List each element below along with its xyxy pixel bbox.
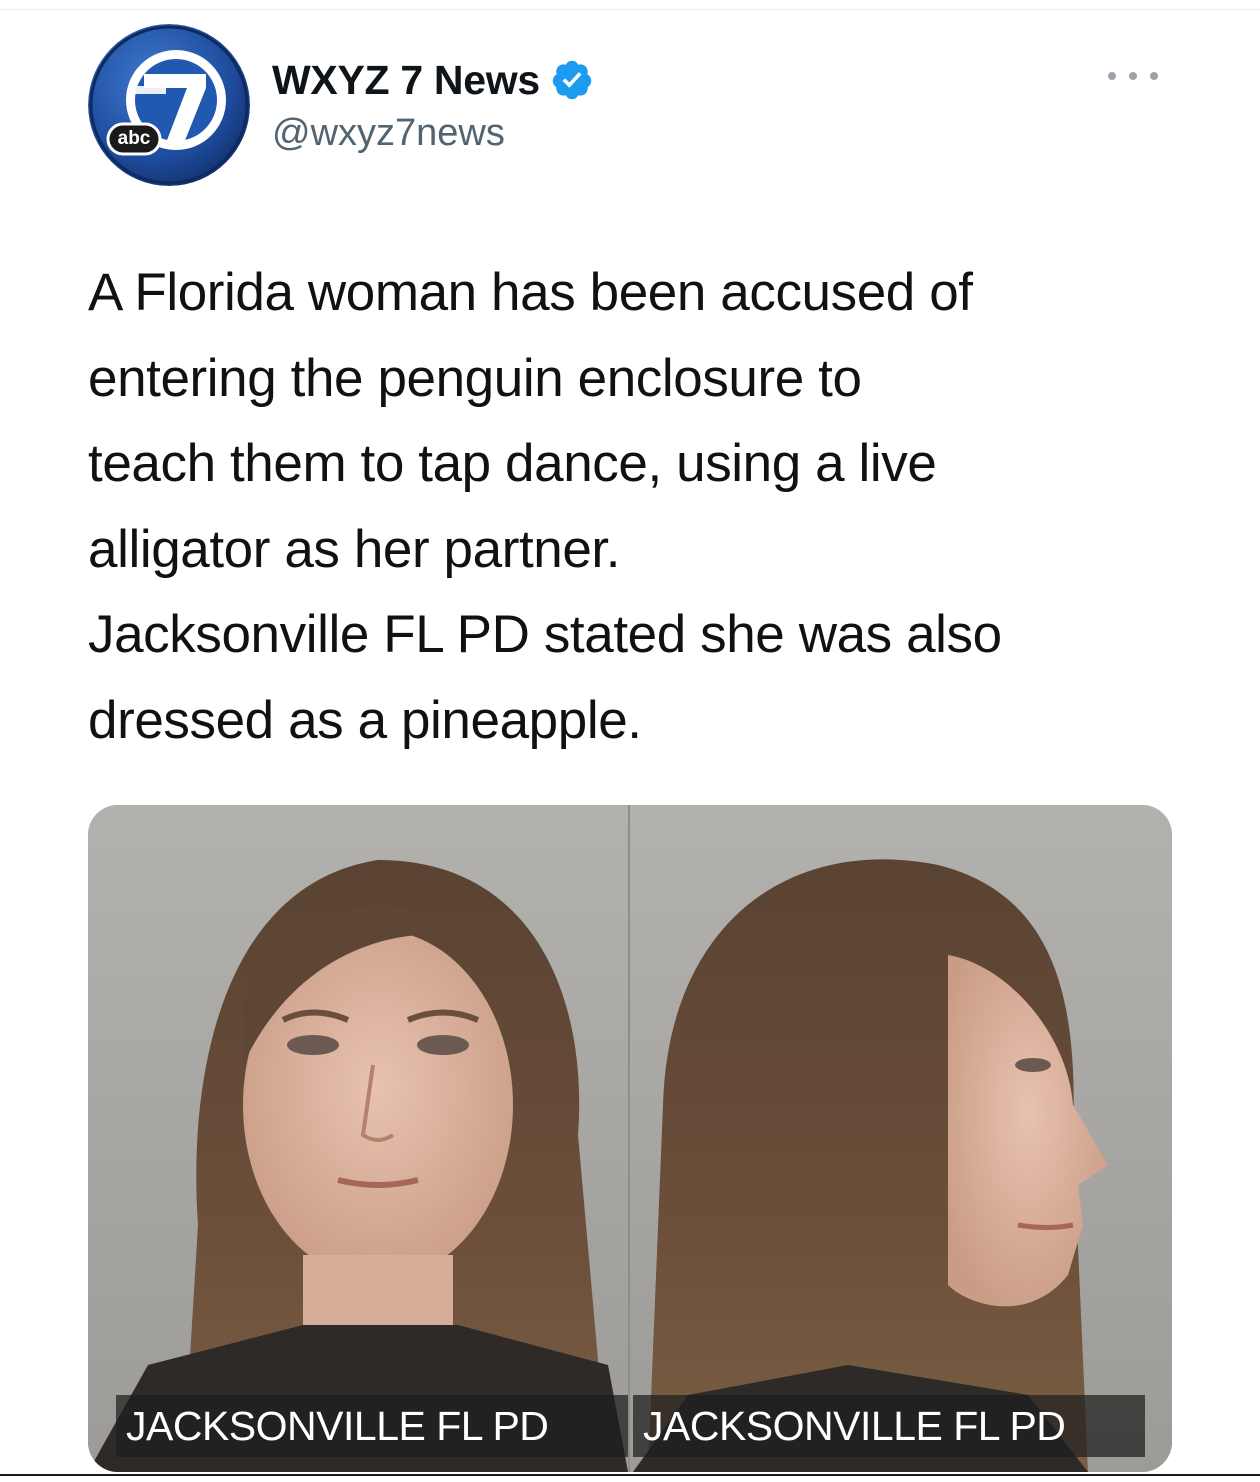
avatar-badge-label: abc xyxy=(117,128,151,149)
dot-icon xyxy=(1108,72,1116,80)
dot-icon xyxy=(1150,72,1158,80)
tweet-card[interactable]: abc WXYZ 7 News @wxyz7news A Florida wom… xyxy=(0,0,1260,1474)
abc7-logo-icon xyxy=(88,24,250,186)
mugshot-photos-image xyxy=(88,805,1172,1472)
avatar[interactable]: abc xyxy=(88,24,250,186)
tweet-text-line: entering the penguin enclosure to xyxy=(88,348,862,408)
bottom-divider xyxy=(0,1474,1260,1476)
media-caption: JACKSONVILLE FL PD xyxy=(633,1395,1145,1457)
media-caption: JACKSONVILLE FL PD xyxy=(116,1395,628,1457)
tweet-text-line: dressed as a pineapple. xyxy=(88,690,642,750)
tweet-text-line: A Florida woman has been accused of xyxy=(88,263,973,322)
more-options-icon[interactable] xyxy=(1108,64,1158,88)
tweet-media-image[interactable]: JACKSONVILLE FL PD JACKSONVILLE FL PD xyxy=(88,805,1172,1472)
author-handle[interactable]: @wxyz7news xyxy=(272,112,505,155)
author-display-name[interactable]: WXYZ 7 News xyxy=(272,57,540,104)
dot-icon xyxy=(1129,72,1137,80)
tweet-text-line: Jacksonville FL PD stated she was also xyxy=(88,605,1002,664)
tweet-text: A Florida woman has been accused of ente… xyxy=(88,250,1218,763)
tweet-text-line: teach them to tap dance, using a live xyxy=(88,434,937,493)
author-name-row: WXYZ 7 News xyxy=(272,52,594,108)
tweet-text-line: alligator as her partner. xyxy=(88,519,621,579)
verified-badge-icon xyxy=(550,58,594,102)
